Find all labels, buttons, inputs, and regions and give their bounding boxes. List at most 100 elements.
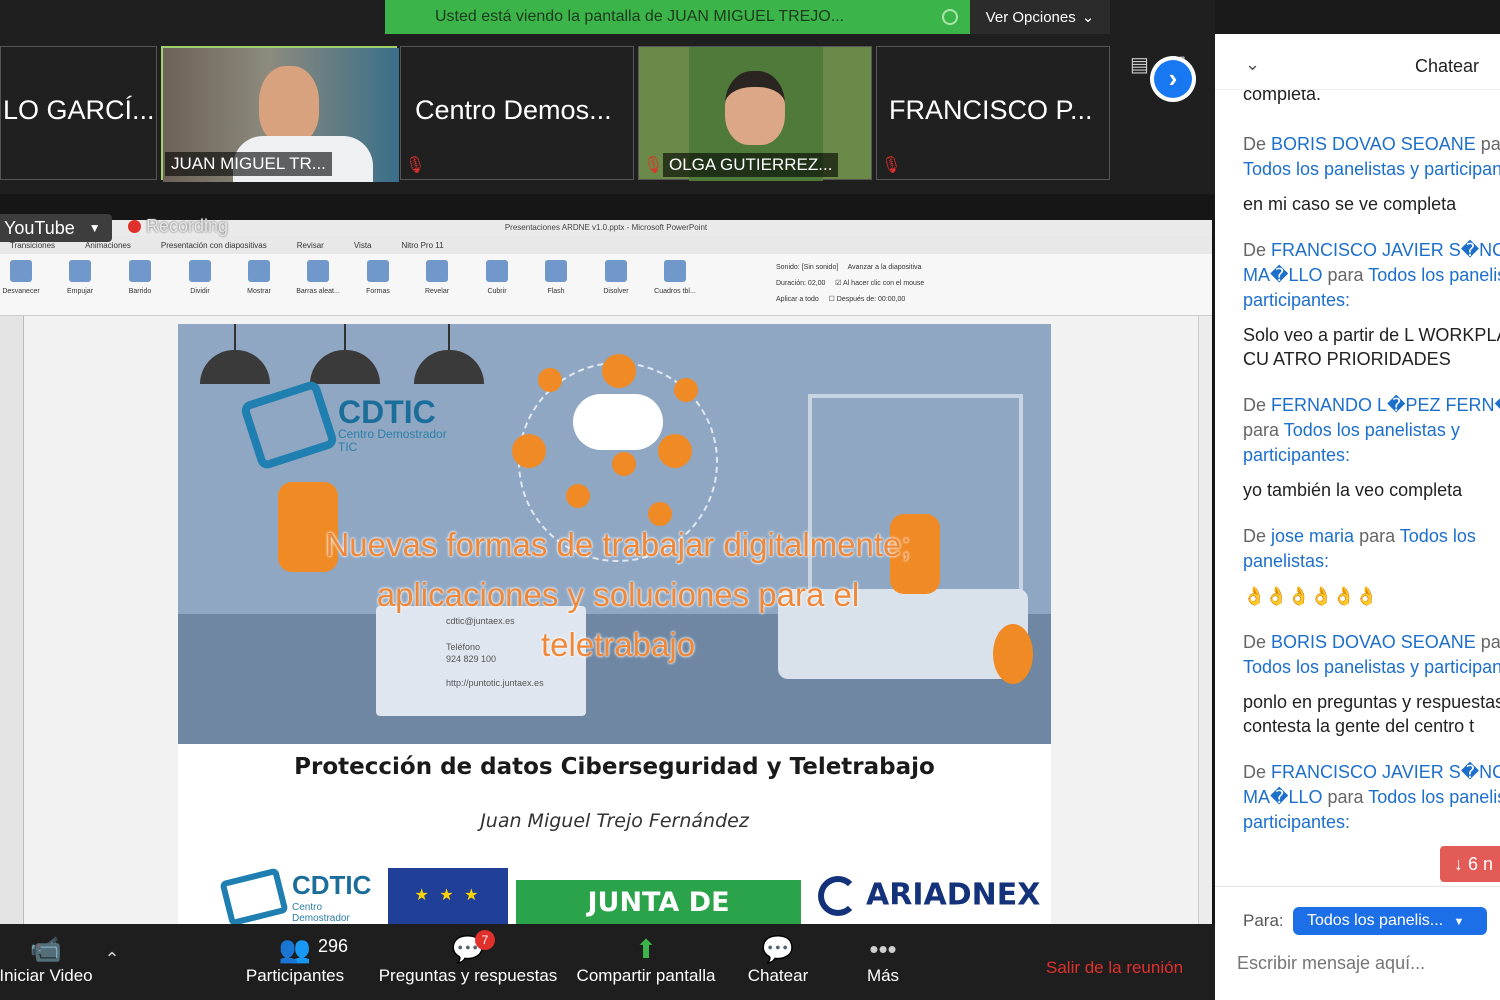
recipient: Todos los panelistas y participantes: bbox=[1243, 159, 1500, 179]
start-video-button[interactable]: 📹 Iniciar Video bbox=[0, 932, 96, 986]
bulb-icon bbox=[612, 452, 636, 476]
cdtic-logo-icon bbox=[239, 379, 339, 471]
recipient-select[interactable]: Todos los panelis... ▼ bbox=[1293, 907, 1487, 935]
participant-name: Centro Demos... bbox=[415, 95, 612, 125]
chat-header: ⌄ Chatear bbox=[1215, 34, 1500, 90]
cdtic-small-logo: CDTIC Centro Demostrador bbox=[216, 867, 376, 924]
chevron-right-icon: › bbox=[1154, 60, 1192, 98]
transition-button[interactable]: Empujar bbox=[55, 260, 105, 295]
transition-button[interactable]: Disolver bbox=[591, 260, 641, 295]
participant-name: FRANCISCO P... bbox=[889, 95, 1093, 125]
participant-tile[interactable]: Centro Demos... 🎙 bbox=[400, 46, 634, 180]
leave-meeting-button[interactable]: Salir de la reunión bbox=[1046, 958, 1183, 978]
cdtic-logo-subtitle: Centro Demostrador TIC bbox=[338, 427, 447, 454]
mic-muted-icon: 🎙 bbox=[405, 157, 426, 174]
video-off-icon: 📹 bbox=[29, 934, 63, 964]
duration-input[interactable]: 02,00 bbox=[808, 280, 826, 287]
cart-icon bbox=[566, 484, 590, 508]
chevron-down-icon[interactable]: ⌄ bbox=[1245, 54, 1260, 75]
powerpoint-window: Presentaciones ARDNE v1.0.pptx - Microso… bbox=[0, 220, 1212, 924]
qa-button[interactable]: 💬 Preguntas y respuestas bbox=[372, 932, 564, 986]
timing-group: Sonido: [Sin sonido] Avanzar a la diapos… bbox=[776, 264, 925, 303]
cdtic-logo-icon bbox=[219, 867, 289, 924]
slide-author: Juan Miguel Trejo Fernández bbox=[480, 810, 749, 832]
record-dot-icon bbox=[128, 220, 141, 233]
chevron-down-icon: ⌄ bbox=[1081, 9, 1095, 26]
vertical-scrollbar[interactable] bbox=[1198, 316, 1212, 924]
eu-flag-logo: ★ ★ ★ bbox=[388, 868, 508, 924]
participant-tile-video[interactable]: JUAN MIGUEL TR... bbox=[161, 46, 399, 182]
message-text: ponlo en preguntas y respuestas contesta… bbox=[1243, 692, 1500, 736]
chat-button[interactable]: 💬 Chatear bbox=[738, 932, 818, 986]
video-options-button[interactable]: ⌃ bbox=[100, 942, 124, 976]
junta-logo: JUNTA DE EXTREMADURA bbox=[516, 880, 801, 924]
slide: CDTIC Centro Demostrador TIC cdtic@junta… bbox=[178, 324, 1051, 924]
slides-panel[interactable] bbox=[0, 316, 24, 924]
transition-button[interactable]: Cubrir bbox=[472, 260, 522, 295]
ppt-tab[interactable]: Presentación con diapositivas bbox=[161, 241, 267, 250]
caret-down-icon: ▼ bbox=[88, 221, 101, 235]
after-input[interactable]: 00:00,00 bbox=[878, 296, 905, 303]
transition-icon bbox=[10, 260, 32, 282]
lamp-icon bbox=[310, 324, 380, 384]
ppt-tab[interactable]: Nitro Pro 11 bbox=[401, 241, 443, 250]
chat-message: De jose maria para Todos los panelistas:… bbox=[1243, 524, 1500, 608]
transition-icon bbox=[367, 260, 389, 282]
megaphone-icon bbox=[602, 354, 636, 388]
new-messages-button[interactable]: ↓ 6 n bbox=[1440, 846, 1500, 882]
chat-message-input[interactable] bbox=[1237, 945, 1487, 981]
transition-button[interactable]: Revelar bbox=[412, 260, 462, 295]
apply-all-button[interactable]: Aplicar a todo bbox=[776, 296, 819, 303]
slide-hero: CDTIC Centro Demostrador TIC cdtic@junta… bbox=[178, 324, 1051, 744]
participants-strip: LO GARCÍ... JUAN MIGUEL TR... Centro Dem… bbox=[0, 34, 1215, 194]
transition-button[interactable]: Formas bbox=[353, 260, 403, 295]
mic-muted-icon: 🎙 bbox=[881, 157, 902, 174]
message-text: en mi caso se ve completa bbox=[1243, 194, 1457, 214]
participant-name: JUAN MIGUEL TR... bbox=[165, 152, 332, 176]
ppt-ribbon-tabs: Transiciones Animaciones Presentación co… bbox=[0, 236, 1212, 254]
transition-button[interactable]: Mostrar bbox=[234, 260, 284, 295]
youtube-button[interactable]: YouTube ▼ bbox=[0, 214, 112, 242]
more-button[interactable]: ••• Más bbox=[858, 932, 908, 986]
chat-icon bbox=[512, 434, 546, 468]
transition-button[interactable]: Flash bbox=[531, 260, 581, 295]
transition-icon bbox=[189, 260, 211, 282]
chat-message: De FRANCISCO JAVIER S�NCHEZ MA�LLO para … bbox=[1243, 238, 1500, 371]
transition-button[interactable]: Dividir bbox=[175, 260, 225, 295]
chat-message: De FERNANDO L�PEZ FERN�NDEZ para Todos l… bbox=[1243, 393, 1500, 502]
chevron-up-icon: ⌃ bbox=[104, 949, 120, 969]
transition-icon bbox=[248, 260, 270, 282]
transition-button[interactable]: Barras aleat... bbox=[293, 260, 343, 295]
participant-face bbox=[725, 71, 785, 145]
participant-face bbox=[259, 66, 319, 144]
cloud-icon bbox=[573, 394, 663, 450]
ppt-tab[interactable]: Revisar bbox=[297, 241, 324, 250]
message-text: Solo veo a partir de L WORKPLACE CU ATRO… bbox=[1243, 325, 1500, 369]
chat-text-fragment: completa. bbox=[1243, 90, 1322, 104]
chat-title: Chatear bbox=[1415, 56, 1480, 76]
participant-tile[interactable]: FRANCISCO P... 🎙 bbox=[876, 46, 1110, 180]
participant-tile-video[interactable]: OLGA GUTIERREZ... 🎙 bbox=[638, 46, 872, 181]
transition-button[interactable]: Desvanecer bbox=[0, 260, 46, 295]
chat-messages[interactable]: completa. De BORIS DOVAO SEOANE para Tod… bbox=[1243, 90, 1500, 928]
participant-tile[interactable]: LO GARCÍ... bbox=[0, 46, 157, 180]
next-page-button[interactable]: › bbox=[1150, 56, 1196, 102]
transition-icon bbox=[486, 260, 508, 282]
to-label: Para: bbox=[1243, 911, 1284, 930]
on-click-checkbox[interactable]: Al hacer clic con el mouse bbox=[843, 280, 924, 287]
transition-button[interactable]: Barrido bbox=[115, 260, 165, 295]
participant-name: OLGA GUTIERREZ... bbox=[663, 153, 839, 177]
more-icon: ••• bbox=[869, 934, 897, 964]
mic-muted-icon: 🎙 bbox=[643, 157, 664, 174]
share-screen-button[interactable]: ⬆ Compartir pantalla bbox=[570, 932, 722, 986]
qa-icon: 💬 bbox=[451, 934, 485, 964]
transition-button[interactable]: Cuadros tbl... bbox=[650, 260, 700, 295]
sound-select[interactable]: [Sin sonido] bbox=[802, 264, 839, 271]
ppt-tab[interactable]: Vista bbox=[354, 241, 372, 250]
view-options-label: Ver Opciones bbox=[985, 8, 1076, 26]
participant-name: LO GARCÍ... bbox=[3, 95, 155, 125]
slide-subtitle: Protección de datos Ciberseguridad y Tel… bbox=[294, 754, 935, 780]
sponsor-logos: CDTIC Centro Demostrador ★ ★ ★ JUNTA DE … bbox=[178, 860, 1051, 924]
view-options-button[interactable]: Ver Opciones ⌄ bbox=[970, 0, 1110, 34]
chat-icon: 💬 bbox=[761, 934, 795, 964]
